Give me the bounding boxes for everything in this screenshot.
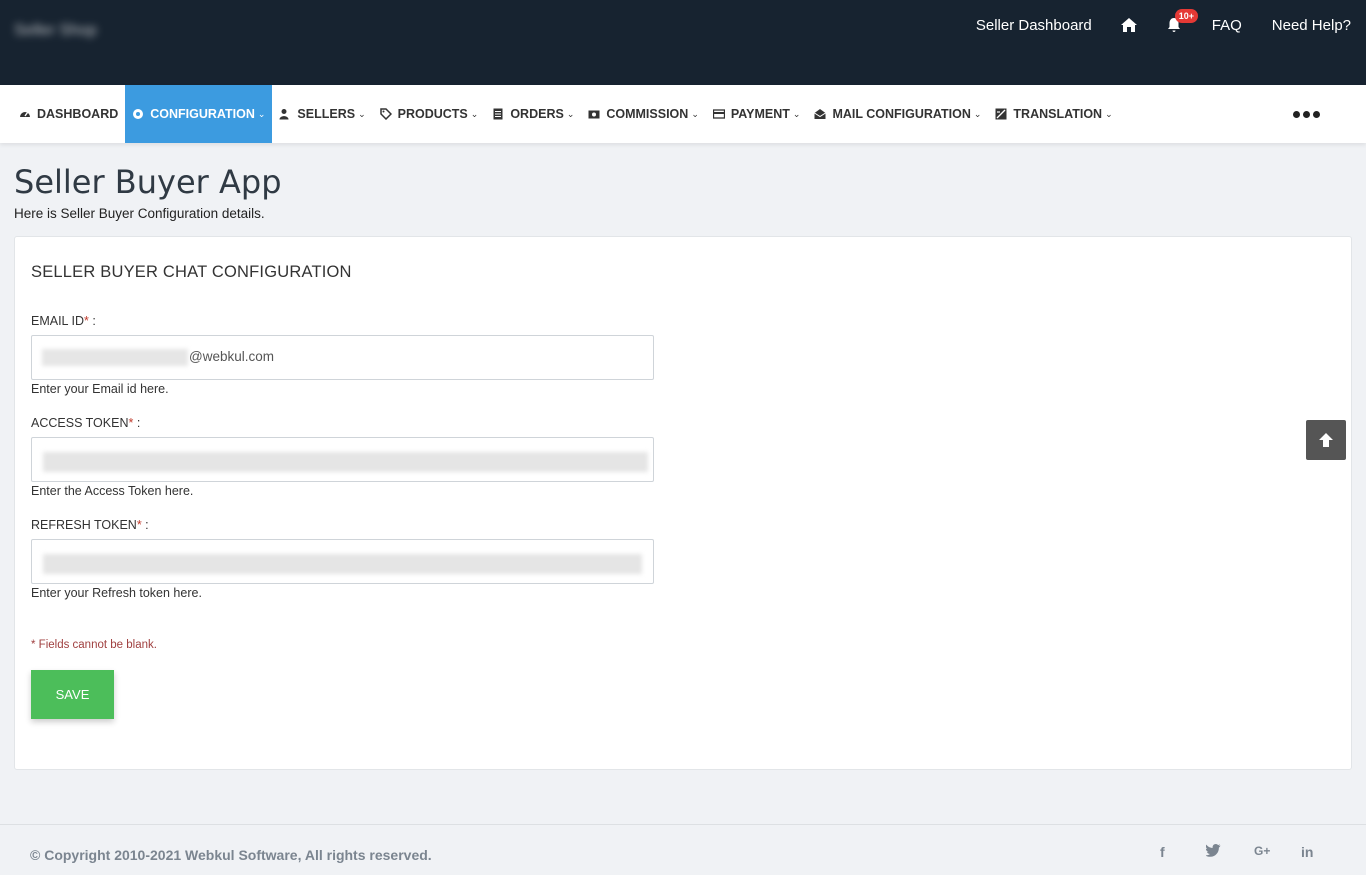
tag-icon [379,108,392,120]
access-token-label-text: ACCESS TOKEN [31,416,129,430]
nav-products-label: PRODUCTS [397,107,468,121]
facebook-icon[interactable]: f [1160,844,1165,860]
chevron-down-icon: ⌄ [973,108,982,119]
nav-translation-label: TRANSLATION [1013,107,1103,121]
nav-commission-label: COMMISSION [606,107,689,121]
page-subtitle: Here is Seller Buyer Configuration detai… [14,206,265,221]
scroll-to-top-button[interactable] [1306,420,1346,460]
users-icon [279,109,289,120]
nav-products[interactable]: PRODUCTS ⌄ [373,85,486,143]
chevron-down-icon: ⌄ [257,108,266,119]
chevron-down-icon: ⌄ [1105,108,1113,119]
need-help-link[interactable]: Need Help? [1272,17,1351,34]
notification-bell-icon[interactable]: 10+ [1166,9,1199,34]
chevron-down-icon: ⌄ [470,108,479,119]
nav-commission[interactable]: COMMISSION ⌄ [581,85,706,143]
nav-dashboard-label: DASHBOARD [37,107,119,121]
google-plus-icon[interactable]: G+ [1254,844,1270,858]
access-token-help: Enter the Access Token here. [31,484,194,498]
configuration-card: SELLER BUYER CHAT CONFIGURATION EMAIL ID… [14,236,1352,770]
required-fields-note: * Fields cannot be blank. [31,639,157,651]
page-title: Seller Buyer App [14,163,282,201]
save-button[interactable]: SAVE [31,670,114,719]
nav-payment-label: PAYMENT [730,107,790,121]
nav-payment[interactable]: PAYMENT ⌄ [706,85,808,143]
label-suffix: : [141,518,149,532]
more-menu-icon[interactable] [1290,85,1320,143]
access-token-label: ACCESS TOKEN* : [31,416,140,430]
store-name[interactable]: Seller Shop [14,22,186,46]
email-label-text: EMAIL ID [31,314,85,328]
access-token-input[interactable] [31,437,654,482]
email-input[interactable]: @webkul.com [31,335,654,380]
email-help: Enter your Email id here. [31,382,169,396]
email-redacted [42,349,188,366]
faq-link[interactable]: FAQ [1212,17,1242,34]
notification-count-badge: 10+ [1174,9,1199,23]
nav-mail-configuration-label: MAIL CONFIGURATION [832,107,971,121]
translate-icon [995,108,1007,120]
credit-card-icon [712,109,725,119]
label-suffix: : [88,314,96,328]
gear-icon [133,109,144,119]
nav-configuration-label: CONFIGURATION [150,107,255,121]
refresh-token-label-text: REFRESH TOKEN [31,518,137,532]
chevron-down-icon: ⌄ [691,108,699,119]
top-header: Seller Shop Seller Dashboard 10+ FAQ Nee… [0,0,1366,85]
seller-dashboard-link[interactable]: Seller Dashboard [976,17,1092,34]
linkedin-icon[interactable]: in [1301,844,1313,860]
access-token-redacted [43,452,648,472]
nav-mail-configuration[interactable]: MAIL CONFIGURATION ⌄ [807,85,988,143]
main-nav: DASHBOARD CONFIGURATION ⌄ SELLERS ⌄ PROD… [0,85,1366,143]
copyright-text: © Copyright 2010-2021 Webkul Software, A… [30,847,432,863]
chevron-down-icon: ⌄ [358,108,366,119]
nav-orders-label: ORDERS [510,107,564,121]
list-icon [493,108,503,120]
refresh-token-redacted [43,554,642,574]
arrow-up-icon [1319,433,1333,447]
refresh-token-label: REFRESH TOKEN* : [31,518,149,532]
footer: © Copyright 2010-2021 Webkul Software, A… [0,824,1366,875]
label-suffix: : [133,416,141,430]
chevron-down-icon: ⌄ [566,108,575,119]
twitter-icon[interactable] [1205,844,1221,860]
nav-dashboard[interactable]: DASHBOARD [0,85,125,143]
nav-sellers-label: SELLERS [297,107,356,121]
section-title: SELLER BUYER CHAT CONFIGURATION [31,263,352,281]
nav-orders[interactable]: ORDERS ⌄ [485,85,581,143]
top-nav: Seller Dashboard 10+ FAQ Need Help? [946,9,1351,37]
email-domain: @webkul.com [189,349,274,364]
money-icon [588,110,600,119]
chevron-down-icon: ⌄ [792,108,801,119]
email-label: EMAIL ID* : [31,314,96,328]
envelope-icon [814,109,827,119]
nav-configuration[interactable]: CONFIGURATION ⌄ [125,85,273,143]
dashboard-icon [20,112,30,117]
nav-translation[interactable]: TRANSLATION ⌄ [988,85,1119,143]
home-icon[interactable] [1120,17,1138,33]
refresh-token-input[interactable] [31,539,654,584]
refresh-token-help: Enter your Refresh token here. [31,586,202,600]
nav-sellers[interactable]: SELLERS ⌄ [272,85,372,143]
